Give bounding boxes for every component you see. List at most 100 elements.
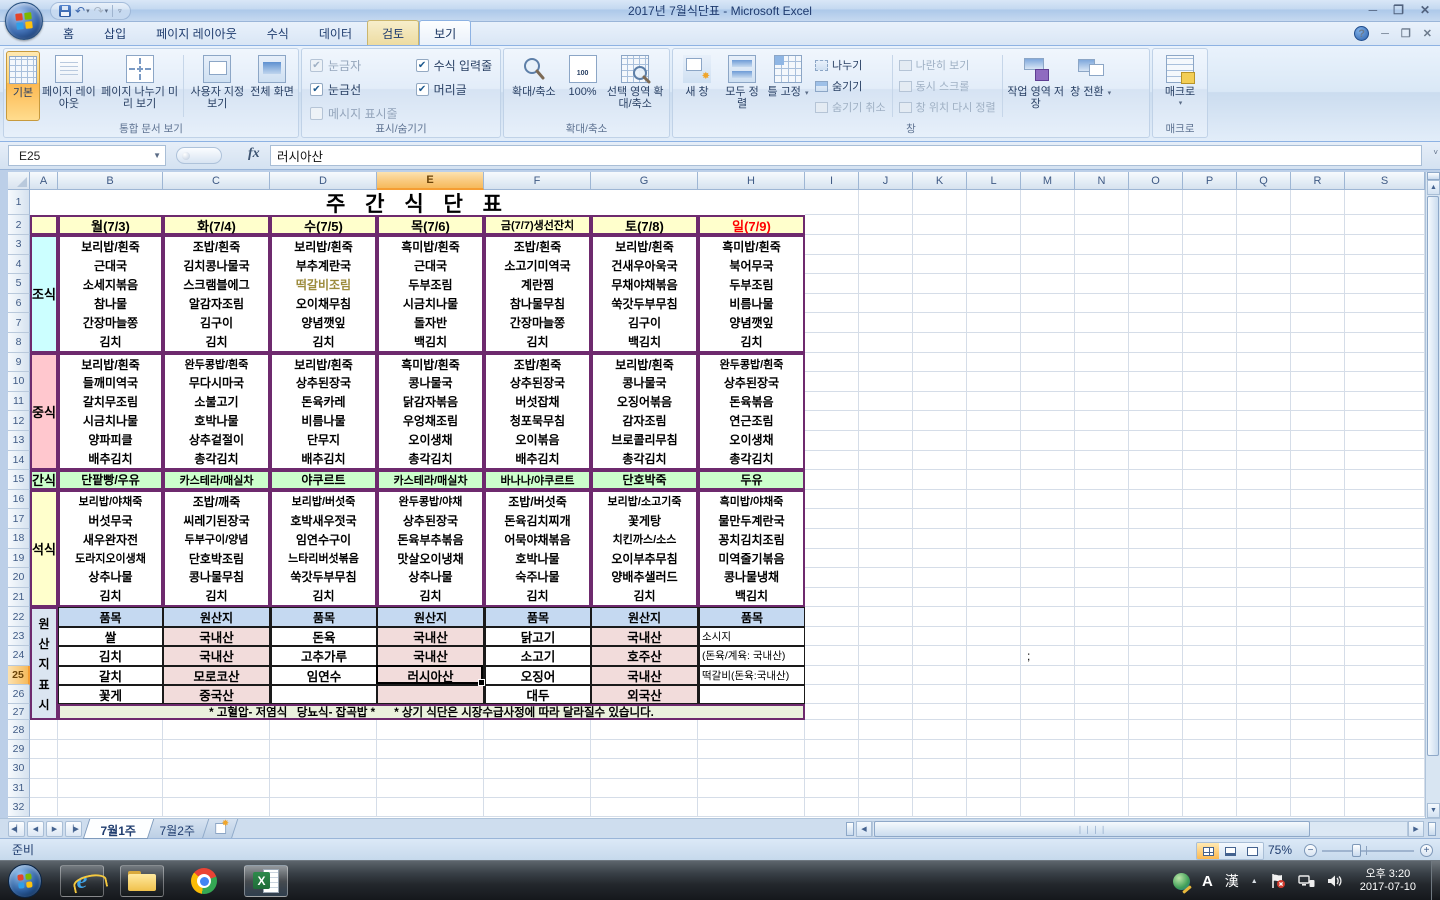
column-header-Q[interactable]: Q — [1237, 172, 1291, 190]
row-header-21[interactable]: 21 — [8, 587, 30, 608]
cell-C24[interactable]: 국내산 — [163, 646, 270, 666]
cell-D23[interactable]: 돈육 — [270, 626, 377, 647]
cell-origin-header[interactable]: 원산지 — [377, 607, 484, 627]
cell-menu-B16[interactable]: 보리밥/야채죽 버섯무국 새우완자전 도라지오이생채 상추나물 김치 — [58, 489, 163, 608]
taskbar-clock[interactable]: 오후 3:20 2017-07-10 — [1360, 868, 1416, 894]
tab-split-handle[interactable] — [846, 822, 854, 836]
cell-H23[interactable]: 소시지 — [698, 626, 805, 647]
expand-formula-bar-button[interactable]: ˅ — [1433, 148, 1438, 157]
cell-menu-C16[interactable]: 조밥/깨죽 씨레기된장국 두부구이/양념 단호박조림 콩나물무침 김치 — [163, 489, 270, 608]
ime-mode-indicator[interactable]: A — [1202, 873, 1213, 890]
section-label-4[interactable]: 석식 — [30, 489, 58, 608]
vertical-scroll-thumb[interactable] — [1427, 196, 1439, 756]
cell-origin-header[interactable]: 품목 — [484, 607, 591, 627]
cell-menu-C3[interactable]: 조밥/흰죽 김치콩나물국 스크램블에그 알감자조림 김구이 김치 — [163, 235, 270, 353]
column-header-S[interactable]: S — [1345, 172, 1425, 190]
insert-function-button[interactable]: fx — [248, 146, 260, 162]
cell-menu-F15[interactable]: 바나나/야쿠르트 — [484, 470, 591, 490]
unhide-button[interactable]: 숨기기 취소 — [815, 99, 886, 115]
cell-origin-header[interactable]: 품목 — [698, 607, 805, 627]
tab-page-layout[interactable]: 페이지 레이아웃 — [141, 20, 252, 45]
taskbar-chrome[interactable] — [182, 865, 226, 897]
custom-views-button[interactable]: 사용자 지정 보기 — [186, 51, 248, 121]
column-header-R[interactable]: R — [1291, 172, 1345, 190]
cell-menu-B15[interactable]: 단팥빵/우유 — [58, 470, 163, 490]
save-workspace-button[interactable]: 작업 영역 저장 — [1005, 51, 1067, 121]
row-header-20[interactable]: 20 — [8, 568, 30, 588]
section-label-1[interactable]: 조식 — [30, 235, 58, 353]
cell-F24[interactable]: 소고기 — [484, 646, 591, 666]
save-button[interactable] — [59, 5, 71, 17]
row-header-22[interactable]: 22 — [8, 607, 30, 627]
row-header-18[interactable]: 18 — [8, 529, 30, 549]
row-header-27[interactable]: 27 — [8, 704, 30, 721]
cell-G25[interactable]: 국내산 — [591, 665, 698, 685]
cell-menu-G16[interactable]: 보리밥/소고기죽 꽃게탕 치킨까스/소스 오이부추무침 양배추샐러드 김치 — [591, 489, 698, 608]
row-header-6[interactable]: 6 — [8, 293, 30, 314]
row-header-13[interactable]: 13 — [8, 431, 30, 451]
cell-H24[interactable]: (돈육/계육: 국내산) — [698, 646, 805, 666]
cell-origin-header[interactable]: 품목 — [270, 607, 377, 627]
tab-insert[interactable]: 삽입 — [89, 20, 141, 45]
column-header-A[interactable]: A — [30, 172, 58, 190]
volume-icon[interactable] — [1327, 873, 1344, 889]
cell-menu-E3[interactable]: 흑미밥/흰죽 근대국 두부조림 시금치나물 돌자반 백김치 — [377, 235, 484, 353]
row-header-32[interactable]: 32 — [8, 798, 30, 818]
column-header-N[interactable]: N — [1075, 172, 1129, 190]
cell-menu-F9[interactable]: 조밥/흰죽 상추된장국 버섯잡채 청포묵무침 오이볶음 배추김치 — [484, 352, 591, 471]
column-header-G[interactable]: G — [591, 172, 698, 190]
row-header-12[interactable]: 12 — [8, 411, 30, 431]
section-label-2[interactable]: 중식 — [30, 352, 58, 471]
scroll-down-button[interactable]: ▼ — [1427, 803, 1440, 818]
vertical-scrollbar[interactable]: ▲ ▼ — [1425, 172, 1440, 818]
cell-day-header-D[interactable]: 수(7/5) — [270, 215, 377, 235]
switch-windows-button[interactable]: 창 전환 ▾ — [1067, 51, 1115, 121]
row-header-19[interactable]: 19 — [8, 548, 30, 569]
column-header-J[interactable]: J — [859, 172, 913, 190]
checkbox-ruler[interactable]: ✔ 눈금자 — [310, 57, 398, 74]
cell-menu-E15[interactable]: 카스테라/매실차 — [377, 470, 484, 490]
row-header-15[interactable]: 15 — [8, 470, 30, 490]
page-break-preview-button[interactable]: 페이지 나누기 미리 보기 — [98, 51, 182, 121]
cell-C23[interactable]: 국내산 — [163, 626, 270, 647]
redo-button[interactable]: ↷ ▾ — [94, 4, 109, 18]
cell-menu-C9[interactable]: 완두콩밥/흰죽 무다시마국 소불고기 호박나물 상추겉절이 총각김치 — [163, 352, 270, 471]
cell-E23[interactable]: 국내산 — [377, 626, 484, 647]
page-layout-view-button[interactable]: 페이지 레이아웃 — [40, 51, 98, 121]
scroll-left-button[interactable]: ◀ — [856, 821, 872, 837]
cell-G23[interactable]: 국내산 — [591, 626, 698, 647]
undo-button[interactable]: ↶ ▾ — [75, 4, 90, 18]
cell-menu-D9[interactable]: 보리밥/흰죽 상추된장국 돈육카레 비름나물 단무지 배추김치 — [270, 352, 377, 471]
tab-view[interactable]: 보기 — [419, 20, 472, 45]
insert-worksheet-tab[interactable] — [201, 819, 239, 839]
row-header-25[interactable]: 25 — [8, 665, 30, 685]
cell-day-header-F[interactable]: 금(7/7)생선잔치 — [484, 215, 591, 235]
checkbox-headings[interactable]: ✔ 머리글 — [415, 81, 493, 98]
tab-review[interactable]: 검토 — [366, 20, 420, 45]
workbook-minimize-button[interactable]: ─ — [1381, 28, 1389, 40]
cell-day-header-B[interactable]: 월(7/3) — [58, 215, 163, 235]
column-header-M[interactable]: M — [1021, 172, 1075, 190]
cell-menu-H3[interactable]: 흑미밥/흰죽 북어무국 두부조림 비름나물 양념깻잎 김치 — [698, 235, 805, 353]
cell-F26[interactable]: 대두 — [484, 685, 591, 705]
split-button[interactable]: 나누기 — [815, 57, 886, 73]
formula-input[interactable]: 러시아산 — [270, 145, 1422, 166]
cell-menu-D15[interactable]: 야쿠르트 — [270, 470, 377, 490]
select-all-corner[interactable] — [8, 172, 30, 190]
zoom-button[interactable]: 확대/축소 — [506, 51, 562, 121]
taskbar-excel[interactable]: X — [244, 865, 288, 897]
cell-H26[interactable] — [698, 685, 805, 705]
checkbox-formula-bar[interactable]: ✔ 수식 입력줄 — [415, 57, 492, 74]
cell-menu-D3[interactable]: 보리밥/흰죽 부추계란국 떡갈비조림 오이채무침 양념깻잎 김치 — [270, 235, 377, 353]
cell-menu-B3[interactable]: 보리밥/흰죽 근대국 소세지볶음 참나물 간장마늘쫑 김치 — [58, 235, 163, 353]
tab-formulas[interactable]: 수식 — [252, 20, 304, 45]
cell-F23[interactable]: 닭고기 — [484, 626, 591, 647]
arrange-all-button[interactable]: 모두 정렬 — [719, 51, 765, 121]
row-header-31[interactable]: 31 — [8, 778, 30, 798]
row-header-4[interactable]: 4 — [8, 254, 30, 275]
cell-B25[interactable]: 갈치 — [58, 665, 163, 685]
office-button[interactable] — [5, 2, 43, 40]
cell-menu-F3[interactable]: 조밥/흰죽 소고기미역국 계란찜 참나물무침 간장마늘쫑 김치 — [484, 235, 591, 353]
cell-E26[interactable] — [377, 685, 484, 705]
row-header-17[interactable]: 17 — [8, 509, 30, 529]
